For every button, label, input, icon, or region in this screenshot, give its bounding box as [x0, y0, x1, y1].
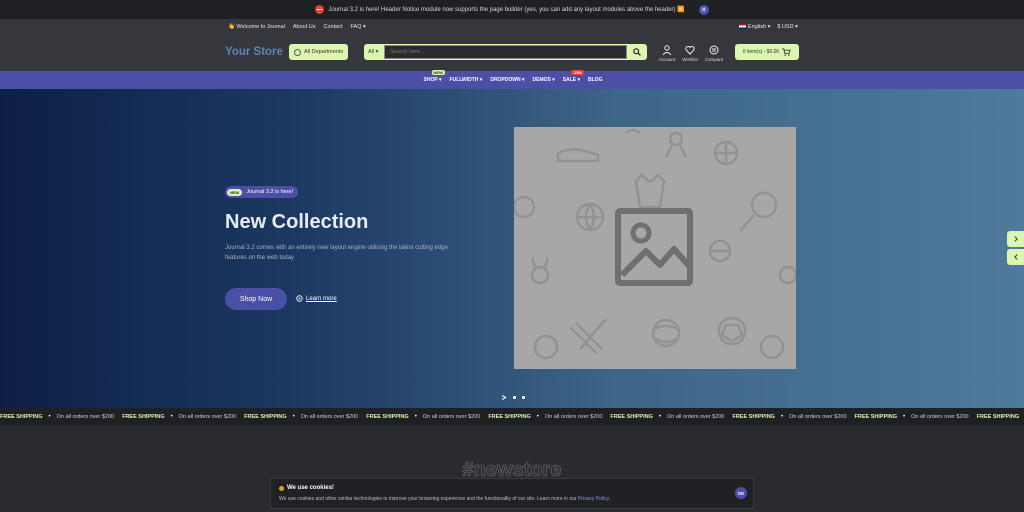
menu-badge: NEW	[431, 70, 445, 75]
store-logo[interactable]: Your Store	[225, 46, 283, 58]
hero-badge: NEW Journal 3.2 is here!	[225, 186, 299, 198]
top-links-bar: 👋 Welcome to Journal About Us Contact FA…	[0, 19, 1024, 36]
main-menu: NEW SHOP ▾ FULLWIDTH ▾ DROPDOWN ▾ DEMOS ▾…	[0, 70, 1024, 89]
menu-item-sale[interactable]: -15% SALE ▾	[563, 70, 585, 83]
ticker-item: FREE SHIPPING•On all orders over $200	[488, 413, 603, 420]
heart-icon	[685, 45, 695, 55]
contact-link[interactable]: Contact	[324, 24, 343, 30]
search-bar: All ▾	[364, 44, 647, 60]
about-link[interactable]: About Us	[293, 24, 316, 30]
ticker-item: FREE SHIPPING•On all orders over $200	[0, 413, 115, 420]
currency-selector[interactable]: $ USD ▾	[777, 24, 798, 30]
departments-icon	[294, 48, 301, 56]
cart-icon	[782, 48, 791, 56]
privacy-policy-link[interactable]: Privacy Policy.	[578, 496, 610, 502]
play-circle-icon	[296, 295, 303, 302]
faq-menu[interactable]: FAQ ▾	[350, 24, 365, 30]
close-icon[interactable]: ✕	[698, 4, 709, 15]
uk-flag-icon	[739, 24, 746, 30]
compare-icon	[709, 45, 719, 55]
search-input[interactable]	[384, 45, 627, 59]
search-button[interactable]	[627, 44, 647, 60]
all-departments-button[interactable]: All Departments	[289, 44, 348, 60]
hero-slider: NEW Journal 3.2 is here! New Collection …	[0, 89, 1024, 408]
menu-item-blog[interactable]: BLOG	[588, 77, 602, 83]
main-header: Your Store All Departments All ▾ Account…	[0, 36, 1024, 71]
shipping-ticker: FREE SHIPPING • On all orders over $200 FR…	[0, 408, 1024, 425]
search-icon	[633, 48, 641, 56]
cookie-icon	[279, 485, 284, 491]
slider-dot[interactable]	[522, 396, 525, 399]
chevron-left-icon	[1013, 254, 1018, 260]
compare-button[interactable]: Compare	[702, 45, 726, 62]
pause-icon[interactable]	[500, 394, 507, 401]
menu-item-shop[interactable]: NEW SHOP ▾	[424, 70, 445, 83]
menu-item-dropdown[interactable]: DROPDOWN ▾	[490, 77, 524, 83]
language-selector[interactable]: English ▾	[739, 24, 770, 30]
ticker-item: FREE SHIPPING•On all orders over $200	[244, 413, 359, 420]
cookie-message: We use cookies and other similar technol…	[279, 496, 611, 502]
ticker-item: FREE SHIPPING•On all orders over $200	[854, 413, 969, 420]
ticker-item: FREE SHIPPING•On all orders over $200	[976, 413, 1020, 420]
hero-description: Journal 3.2 comes with an entirely new l…	[225, 245, 448, 261]
search-category-select[interactable]: All ▾	[364, 44, 384, 60]
header-notice-bar: Journal 3.2 is here! Header Notice modul…	[0, 0, 1024, 19]
image-placeholder-icon	[615, 208, 693, 286]
ticker-item: FREE SHIPPING•On all orders over $200	[610, 413, 725, 420]
cookie-ok-button[interactable]: OK	[735, 487, 747, 499]
ticker-item: FREE SHIPPING•On all orders over $200	[122, 413, 237, 420]
side-prev-button[interactable]	[1007, 249, 1024, 265]
ticker-item: FREE SHIPPING•On all orders over $200	[366, 413, 481, 420]
welcome-link[interactable]: 👋 Welcome to Journal	[228, 24, 285, 30]
ticker-item: FREE SHIPPING•On all orders over $200	[732, 413, 847, 420]
wishlist-button[interactable]: Wishlist	[678, 45, 702, 62]
menu-item-fullwidth[interactable]: FULLWIDTH ▾	[450, 77, 483, 83]
sports-pattern-image	[512, 128, 798, 360]
menu-item-demos[interactable]: DEMOS ▾	[533, 77, 555, 83]
account-button[interactable]: Account	[655, 45, 679, 62]
cart-button[interactable]: 0 item(s) - $0.00	[735, 44, 799, 60]
side-next-button[interactable]	[1007, 231, 1024, 247]
chevron-right-icon	[1013, 236, 1018, 242]
notice-text: Journal 3.2 is here! Header Notice modul…	[328, 7, 685, 13]
cookie-banner: We use cookies! We use cookies and other…	[270, 478, 754, 509]
shop-now-button[interactable]: Shop Now	[225, 288, 287, 310]
cookie-title: We use cookies!	[279, 485, 334, 491]
menu-badge: -15%	[570, 70, 585, 75]
learn-more-link[interactable]: Learn more	[296, 295, 337, 302]
slider-dot[interactable]	[513, 396, 516, 399]
user-icon	[662, 45, 672, 55]
hero-image-placeholder	[512, 127, 798, 369]
hero-title: New Collection	[225, 211, 369, 233]
notice-icon	[315, 5, 325, 14]
slider-pagination	[500, 394, 525, 401]
